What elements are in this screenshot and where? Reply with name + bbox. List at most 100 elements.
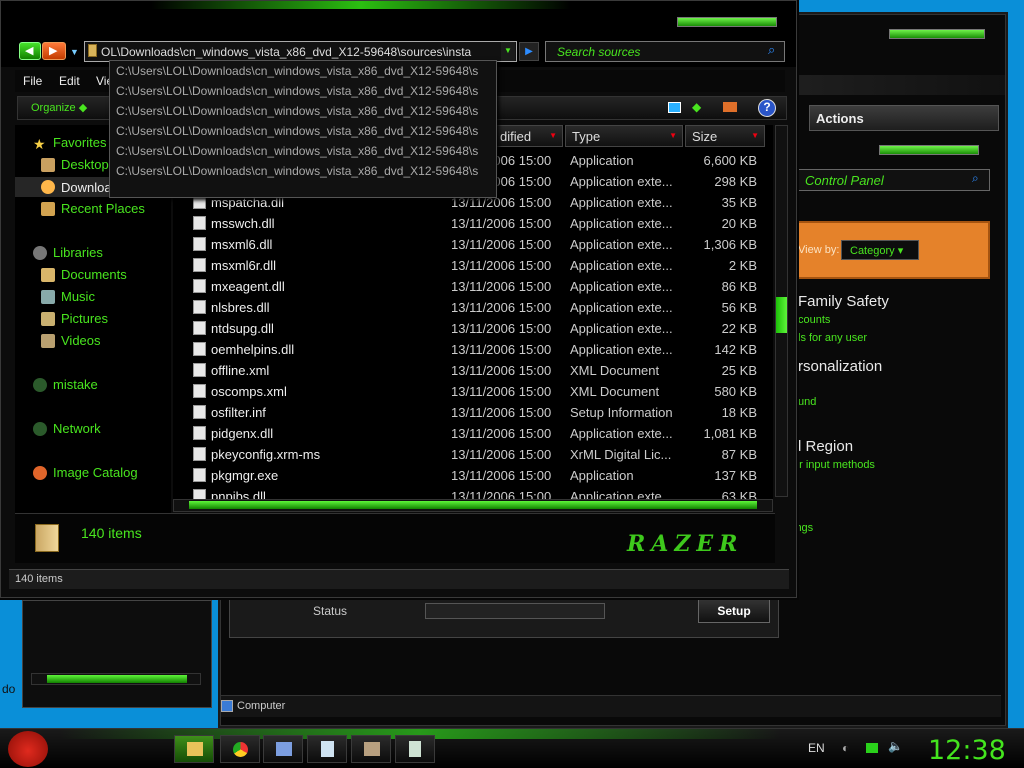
volume-icon[interactable]: 🔈 — [888, 739, 903, 753]
nav-mistake[interactable]: mistake — [33, 377, 98, 392]
nav-desktop[interactable]: Desktop — [41, 157, 109, 172]
taskbar-notepad[interactable] — [307, 735, 347, 763]
nav-videos[interactable]: Videos — [41, 333, 101, 348]
file-row[interactable]: osfilter.inf 13/11/2006 15:00 Setup Inform… — [173, 402, 773, 423]
address-dropdown-button[interactable]: ▼ — [501, 42, 515, 61]
network-tray-icon[interactable] — [866, 743, 878, 753]
column-label: Size — [692, 129, 718, 144]
organize-button[interactable]: Organize ◆ — [31, 101, 87, 114]
file-type: XML Document — [570, 363, 660, 378]
library-icon[interactable] — [723, 102, 737, 112]
cp-toolbar-buttons[interactable] — [879, 145, 979, 155]
search-input[interactable]: Search sources — [545, 41, 785, 62]
address-bar[interactable]: OL\Downloads\cn_windows_vista_x86_dvd_X1… — [84, 41, 517, 62]
search-icon[interactable]: ⌕ — [768, 42, 775, 58]
file-row[interactable]: pidgenx.dll 13/11/2006 15:00 Application e… — [173, 423, 773, 444]
file-row[interactable]: oemhelpins.dll 13/11/2006 15:00 Applicatio… — [173, 339, 773, 360]
nav-libraries[interactable]: Libraries — [33, 245, 103, 260]
search-icon[interactable]: ⌕ — [972, 171, 979, 186]
back-button[interactable]: ◀ — [19, 42, 41, 60]
cp-heading-family[interactable]: Family Safety — [798, 293, 889, 310]
taskbar-control-panel[interactable] — [263, 735, 303, 763]
file-row[interactable]: ntdsupg.dll 13/11/2006 15:00 Application e… — [173, 318, 773, 339]
nav-label: Videos — [61, 333, 101, 348]
file-size: 18 KB — [721, 405, 757, 420]
file-row[interactable]: mxeagent.dll 13/11/2006 15:00 Application … — [173, 276, 773, 297]
menu-file[interactable]: File — [23, 74, 42, 88]
taskbar-app[interactable] — [351, 735, 391, 763]
file-icon — [193, 447, 206, 461]
forward-button[interactable]: ▶ — [42, 42, 66, 60]
column-type[interactable]: Type ▼ — [565, 125, 683, 147]
help-icon[interactable]: ? — [758, 99, 776, 117]
nav-documents[interactable]: Documents — [41, 267, 127, 282]
language-indicator[interactable]: EN — [808, 741, 825, 755]
file-size: 2 KB — [728, 258, 757, 273]
scroll-thumb[interactable] — [47, 675, 187, 683]
column-date-modified[interactable]: dified ▼ — [495, 125, 563, 147]
setup-button[interactable]: Setup — [698, 599, 770, 623]
start-button[interactable] — [8, 731, 48, 767]
cp-link[interactable]: und — [798, 396, 816, 408]
chevron-down-icon[interactable]: ▼ — [70, 47, 79, 57]
file-row[interactable]: nlsbres.dll 13/11/2006 15:00 Application e… — [173, 297, 773, 318]
taskbar-explorer[interactable] — [174, 735, 214, 763]
folder-icon — [88, 44, 97, 57]
control-panel-icon — [276, 742, 292, 756]
history-item[interactable]: C:\Users\LOL\Downloads\cn_windows_vista_… — [116, 124, 496, 138]
clock[interactable]: 12:38 — [928, 735, 1006, 766]
file-row[interactable]: msxml6.dll 13/11/2006 15:00 Application ex… — [173, 234, 773, 255]
nav-favorites[interactable]: ★ Favorites — [33, 135, 106, 152]
nav-image-catalog[interactable]: Image Catalog — [33, 465, 138, 480]
window-controls[interactable] — [677, 17, 777, 27]
flag-icon[interactable]: ◐ — [842, 741, 849, 755]
nav-pictures[interactable]: Pictures — [41, 311, 108, 326]
cp-search-input[interactable]: Control Panel — [796, 169, 990, 191]
file-size: 63 KB — [721, 489, 757, 499]
file-row[interactable]: msswch.dll 13/11/2006 15:00 Application ex… — [173, 213, 773, 234]
scroll-thumb[interactable] — [776, 297, 787, 333]
file-row[interactable]: pnpibs.dll 13/11/2006 15:00 Application ex… — [173, 486, 773, 499]
taskbar-chrome[interactable] — [220, 735, 260, 763]
file-name: mxeagent.dll — [211, 279, 285, 294]
nav-network[interactable]: Network — [33, 421, 101, 436]
address-history-dropdown: C:\Users\LOL\Downloads\cn_windows_vista_… — [109, 60, 497, 198]
file-type: Application — [570, 153, 634, 168]
view-icon[interactable] — [668, 102, 681, 113]
menu-edit[interactable]: Edit — [59, 74, 80, 88]
cp-link[interactable]: ls for any user — [798, 332, 867, 344]
category-dropdown[interactable]: Category ▾ — [841, 240, 919, 260]
scroll-thumb[interactable] — [189, 501, 757, 509]
column-size[interactable]: Size ▼ — [685, 125, 765, 147]
cp-statusbar: Computer — [221, 695, 1001, 717]
file-row[interactable]: pkeyconfig.xrm-ms 13/11/2006 15:00 XrML Di… — [173, 444, 773, 465]
file-row[interactable]: oscomps.xml 13/11/2006 15:00 XML Document 5… — [173, 381, 773, 402]
go-button[interactable]: ▶ — [519, 42, 539, 61]
nav-recent[interactable]: Recent Places — [41, 201, 145, 216]
file-row[interactable]: msxml6r.dll 13/11/2006 15:00 Application e… — [173, 255, 773, 276]
file-size: 35 KB — [721, 195, 757, 210]
history-item[interactable]: C:\Users\LOL\Downloads\cn_windows_vista_… — [116, 104, 496, 118]
cp-link[interactable]: er input methods — [793, 459, 875, 471]
cp-heading-personalization[interactable]: rsonalization — [798, 358, 882, 375]
history-item[interactable]: C:\Users\LOL\Downloads\cn_windows_vista_… — [116, 144, 496, 158]
file-date: 13/11/2006 15:00 — [451, 363, 552, 378]
window-controls[interactable] — [889, 29, 985, 39]
history-item[interactable]: C:\Users\LOL\Downloads\cn_windows_vista_… — [116, 64, 496, 78]
secondary-pane — [22, 600, 212, 708]
nav-music[interactable]: Music — [41, 289, 95, 304]
taskbar-app[interactable] — [395, 735, 435, 763]
razer-logo: RAZER — [627, 531, 744, 557]
file-row[interactable]: pkgmgr.exe 13/11/2006 15:00 Application 137… — [173, 465, 773, 486]
file-name: pidgenx.dll — [211, 426, 274, 441]
history-item[interactable]: C:\Users\LOL\Downloads\cn_windows_vista_… — [116, 84, 496, 98]
history-item[interactable]: C:\Users\LOL\Downloads\cn_windows_vista_… — [116, 164, 496, 178]
file-row[interactable]: offline.xml 13/11/2006 15:00 XML Document 2… — [173, 360, 773, 381]
cp-link[interactable]: counts — [798, 314, 830, 326]
preview-pane-icon[interactable]: ◆ — [692, 100, 701, 114]
nav-label: Music — [61, 289, 95, 304]
desktop-icon-label[interactable]: do — [2, 682, 15, 696]
explorer-window: ◀ ▶ ▼ OL\Downloads\cn_windows_vista_x86_… — [0, 0, 797, 598]
status-count: 140 items — [15, 573, 63, 585]
cp-heading-region[interactable]: d Region — [793, 438, 853, 455]
